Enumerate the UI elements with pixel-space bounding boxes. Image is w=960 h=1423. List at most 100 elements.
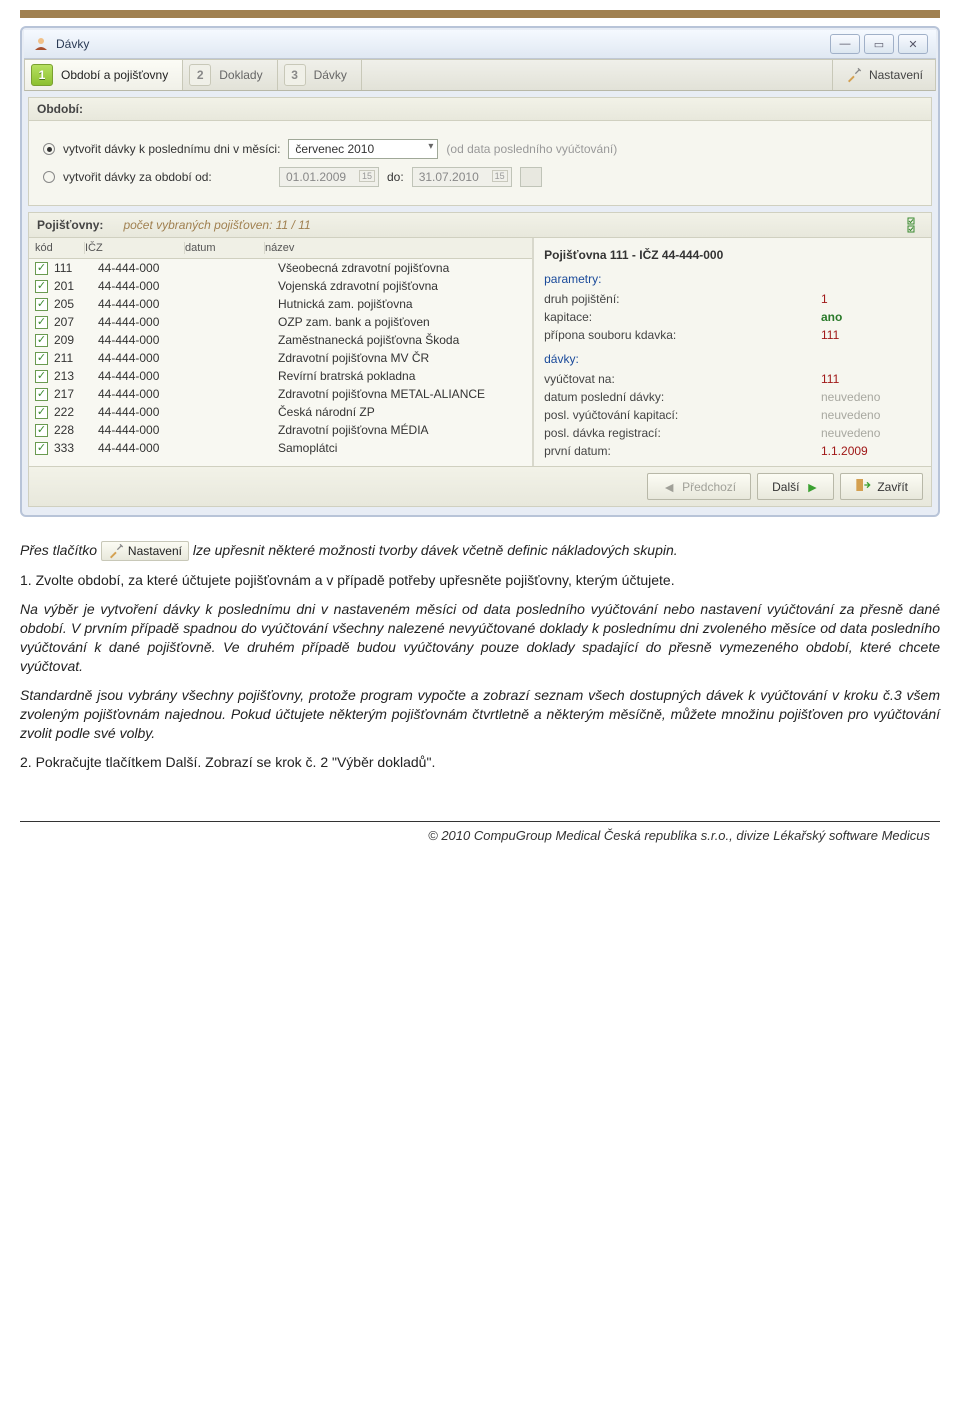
- detail-row: vyúčtovat na:111: [544, 370, 921, 388]
- cell-kod: 207: [54, 315, 98, 329]
- checkbox[interactable]: [35, 262, 48, 275]
- table-row[interactable]: 21144-444-000Zdravotní pojišťovna MV ČR: [29, 349, 532, 367]
- checkbox[interactable]: [35, 352, 48, 365]
- close-button[interactable]: Zavřít: [840, 473, 923, 500]
- cell-kod: 205: [54, 297, 98, 311]
- exit-icon: [855, 477, 871, 496]
- table-row[interactable]: 33344-444-000Samoplátci: [29, 439, 532, 457]
- table-row[interactable]: 22844-444-000Zdravotní pojišťovna MÉDIA: [29, 421, 532, 439]
- date-from-input[interactable]: 01.01.200915: [279, 167, 379, 187]
- period-section: Období: vytvořit dávky k poslednímu dni …: [28, 97, 932, 206]
- page-top-bar: [20, 10, 940, 18]
- checkbox[interactable]: [35, 334, 48, 347]
- date-to-input[interactable]: 31.07.201015: [412, 167, 512, 187]
- inline-settings-button: Nastavení: [101, 541, 189, 561]
- checkbox[interactable]: [35, 280, 48, 293]
- detail-row: první datum:1.1.2009: [544, 442, 921, 460]
- maximize-button[interactable]: ▭: [864, 34, 894, 54]
- detail-key: kapitace:: [544, 310, 821, 324]
- detail-row: posl. vyúčtování kapitací:neuvedeno: [544, 406, 921, 424]
- tab-davky[interactable]: 3 Dávky: [278, 60, 362, 90]
- insurer-detail: Pojišťovna 111 - IČZ 44-444-000 parametr…: [534, 238, 931, 466]
- select-all-icon[interactable]: [907, 217, 923, 233]
- table-row[interactable]: 21344-444-000 Revírní bratrská pokladna: [29, 367, 532, 385]
- cell-icz: 44-444-000: [98, 405, 198, 419]
- checkbox[interactable]: [35, 424, 48, 437]
- arrow-right-icon: ►: [805, 480, 819, 494]
- cell-nazev: Vojenská zdravotní pojišťovna: [278, 279, 526, 293]
- doc-text: Přes tlačítko Nastavení lze upřesnit něk…: [20, 541, 940, 771]
- cell-nazev: Česká národní ZP: [278, 405, 526, 419]
- cell-icz: 44-444-000: [98, 369, 198, 383]
- cell-icz: 44-444-000: [98, 279, 198, 293]
- cell-kod: 217: [54, 387, 98, 401]
- cell-nazev: Zdravotní pojišťovna METAL-ALIANCE: [278, 387, 526, 401]
- cell-icz: 44-444-000: [98, 423, 198, 437]
- cell-kod: 111: [54, 261, 98, 275]
- tab-doklady[interactable]: 2 Doklady: [183, 60, 277, 90]
- radio-by-month[interactable]: [43, 143, 55, 155]
- tab-obdobi[interactable]: 1 Období a pojišťovny: [25, 60, 183, 90]
- col-nazev: název: [265, 242, 526, 254]
- cell-nazev: Revírní bratrská pokladna: [278, 369, 526, 383]
- checkbox[interactable]: [35, 298, 48, 311]
- close-window-button[interactable]: ✕: [898, 34, 928, 54]
- detail-value: neuvedeno: [821, 426, 921, 440]
- detail-key: posl. dávka registrací:: [544, 426, 821, 440]
- detail-key: posl. vyúčtování kapitací:: [544, 408, 821, 422]
- prev-button[interactable]: ◄ Předchozí: [647, 473, 751, 500]
- detail-value: neuvedeno: [821, 408, 921, 422]
- checkbox[interactable]: [35, 442, 48, 455]
- cell-icz: 44-444-000: [98, 297, 198, 311]
- cell-nazev: OZP zam. bank a pojišťoven: [278, 315, 526, 329]
- table-row[interactable]: 20544-444-000 Hutnická zam. pojišťovna: [29, 295, 532, 313]
- radio-by-range[interactable]: [43, 171, 55, 183]
- period-hint: (od data posledního vyúčtování): [446, 142, 617, 156]
- checkbox[interactable]: [35, 406, 48, 419]
- cell-nazev: Zdravotní pojišťovna MV ČR: [278, 351, 526, 365]
- detail-value: 111: [821, 372, 921, 386]
- table-row[interactable]: 11144-444-000Všeobecná zdravotní pojišťo…: [29, 259, 532, 277]
- wizard-tabs: 1 Období a pojišťovny 2 Doklady 3 Dávky …: [24, 59, 936, 91]
- detail-key: datum poslední dávky:: [544, 390, 821, 404]
- titlebar: Dávky — ▭ ✕: [24, 30, 936, 59]
- detail-value: ano: [821, 310, 921, 324]
- detail-row: druh pojištění:1: [544, 290, 921, 308]
- radio-by-month-label: vytvořit dávky k poslednímu dni v měsíci…: [63, 142, 280, 156]
- app-icon: [32, 35, 50, 53]
- table-row[interactable]: 21744-444-000 Zdravotní pojišťovna METAL-…: [29, 385, 532, 403]
- checkbox[interactable]: [35, 388, 48, 401]
- cell-nazev: Hutnická zam. pojišťovna: [278, 297, 526, 311]
- insurers-count: počet vybraných pojišťoven: 11 / 11: [123, 218, 310, 232]
- cell-nazev: Zdravotní pojišťovna MÉDIA: [278, 423, 526, 437]
- copyright: © 2010 CompuGroup Medical Česká republik…: [20, 821, 940, 849]
- table-row[interactable]: 20944-444-000Zaměstnanecká pojišťovna Šk…: [29, 331, 532, 349]
- col-kod: kód: [35, 242, 85, 254]
- tools-icon: [845, 66, 863, 84]
- cell-kod: 213: [54, 369, 98, 383]
- cell-icz: 44-444-000: [98, 351, 198, 365]
- settings-button[interactable]: Nastavení: [832, 60, 935, 90]
- tab-number: 1: [31, 64, 53, 86]
- calendar-icon: 15: [492, 170, 508, 182]
- table-row[interactable]: 20144-444-000Vojenská zdravotní pojišťov…: [29, 277, 532, 295]
- detail-key: první datum:: [544, 444, 821, 458]
- table-row[interactable]: 22244-444-000 Česká národní ZP: [29, 403, 532, 421]
- tab-label: Dávky: [314, 68, 347, 82]
- cell-kod: 222: [54, 405, 98, 419]
- date-range-extra-button[interactable]: [520, 167, 542, 187]
- insurers-section: Pojišťovny: počet vybraných pojišťoven: …: [28, 212, 932, 507]
- detail-davky-label: dávky:: [544, 352, 921, 366]
- checkbox[interactable]: [35, 370, 48, 383]
- minimize-button[interactable]: —: [830, 34, 860, 54]
- month-combo[interactable]: červenec 2010: [288, 139, 438, 159]
- checkbox[interactable]: [35, 316, 48, 329]
- cell-kod: 209: [54, 333, 98, 347]
- cell-icz: 44-444-000: [98, 387, 198, 401]
- detail-title: Pojišťovna 111 - IČZ 44-444-000: [544, 248, 921, 262]
- next-button[interactable]: Další ►: [757, 473, 834, 500]
- detail-value: 1: [821, 292, 921, 306]
- tab-number: 2: [189, 64, 211, 86]
- period-header: Období:: [29, 98, 931, 121]
- table-row[interactable]: 20744-444-000OZP zam. bank a pojišťoven: [29, 313, 532, 331]
